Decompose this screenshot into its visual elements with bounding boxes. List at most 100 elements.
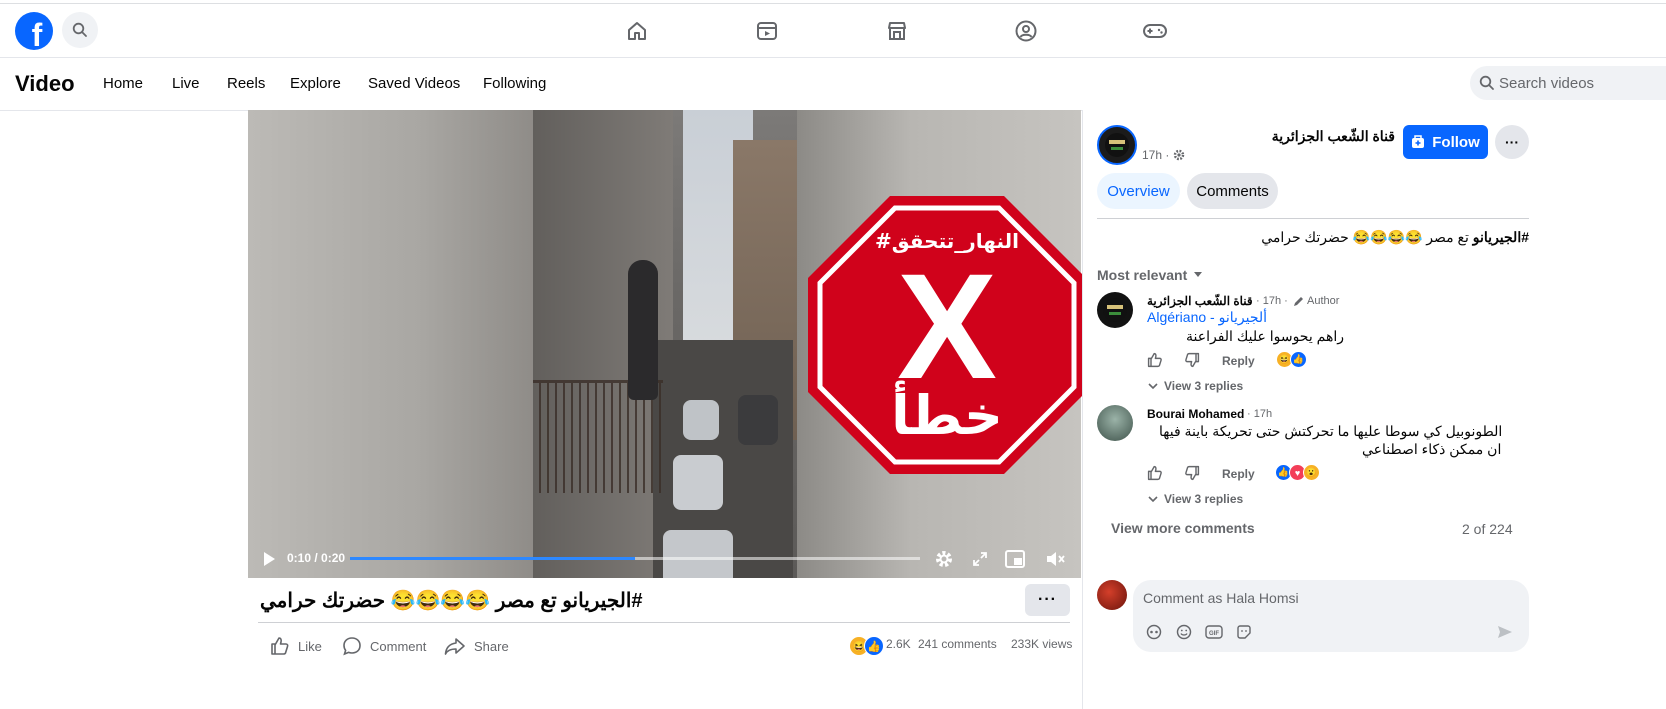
comment-reactions[interactable]: 👍 ♥ 😮 [1275,464,1320,481]
comment-input[interactable]: Comment as Hala Homsi GIF [1133,580,1529,652]
like-reaction-icon: 👍 [864,636,884,656]
tab-saved-videos[interactable]: Saved Videos [368,75,460,92]
marketplace-icon[interactable] [884,18,910,44]
mute-button[interactable] [1044,549,1066,569]
comments-pagination-count: 2 of 224 [1462,521,1513,537]
follow-button[interactable]: Follow [1403,125,1488,159]
video-blur-left [248,110,533,578]
caption-hashtag[interactable]: #الجيريانو [1473,229,1529,245]
author-badge: Author [1293,295,1339,307]
overlay-wrong-label: خطأ [891,380,1003,447]
fullscreen-button[interactable] [969,549,991,569]
reply-button[interactable]: Reply [1222,354,1255,368]
section-title: Video [15,71,75,96]
tagged-page-link[interactable]: Algériano - ألجيريانو [1147,309,1267,326]
divider [258,622,1070,623]
home-icon[interactable] [624,18,650,44]
like-comment-button[interactable] [1146,351,1164,369]
comment-author[interactable]: قناة الشّعب الجزائرية [1147,294,1253,308]
view-replies-label: View 3 replies [1164,379,1244,393]
post-time: 17h · [1142,148,1185,162]
post-time-text: 17h · [1142,148,1170,162]
comment-text-line-2: ان ممكن ذكاء اصطناعي [1362,441,1502,457]
like-button[interactable]: Like [270,636,322,656]
video-search-input[interactable]: Search videos [1470,66,1666,100]
emoji-icon[interactable] [1175,623,1193,641]
comment-reactions[interactable]: 😆 👍 [1276,351,1307,368]
facebook-logo[interactable]: f [15,12,53,50]
comments-count[interactable]: 241 comments [918,637,997,651]
views-count: 233K views [1011,637,1073,651]
like-comment-button[interactable] [1146,464,1164,482]
share-icon [444,638,465,655]
page-name[interactable]: قناة الشّعب الجزائرية [1150,128,1395,145]
play-icon [264,552,275,566]
like-label: Like [298,638,322,654]
comment-button[interactable]: Comment [342,636,426,656]
comment-label: Comment [370,638,427,654]
commenter-avatar[interactable] [1097,405,1133,441]
fact-check-stop-sign: #النهار_تتحقق X خطأ [808,196,1086,474]
gif-icon[interactable]: GIF [1205,623,1223,641]
thumbs-up-icon [1147,352,1162,368]
view-replies-label: View 3 replies [1164,492,1244,506]
pip-button[interactable] [1004,549,1026,569]
tab-live[interactable]: Live [172,75,200,92]
chevron-down-icon [1148,382,1158,389]
post-more-button[interactable]: ··· [1025,584,1070,616]
commenter-avatar[interactable] [1097,292,1133,328]
panel-more-button[interactable]: ··· [1495,125,1529,159]
play-button[interactable] [258,549,280,569]
privacy-gear-icon [1174,149,1185,161]
thumbs-up-icon [1147,465,1162,481]
share-button[interactable]: Share [444,636,509,656]
expand-icon [973,552,987,566]
chevron-down-icon [1148,495,1158,502]
thumbs-up-icon [271,637,289,655]
thumbs-down-icon [1185,465,1200,481]
search-icon [72,22,87,37]
muted-speaker-icon [1047,552,1065,566]
tab-explore[interactable]: Explore [290,75,341,92]
reply-button[interactable]: Reply [1222,467,1255,481]
progress-bar[interactable] [350,557,920,560]
video-icon[interactable] [754,18,780,44]
view-replies-button[interactable]: View 3 replies [1148,379,1243,393]
sticker-icon[interactable] [1235,623,1253,641]
groups-icon[interactable] [1013,18,1039,44]
tab-following[interactable]: Following [483,75,546,92]
chevron-down-icon [1194,272,1203,277]
send-icon[interactable] [1496,623,1514,641]
view-more-comments-button[interactable]: View more comments [1111,520,1255,536]
tab-overview[interactable]: Overview [1097,173,1180,209]
comment-input-placeholder: Comment as Hala Homsi [1143,590,1299,606]
search-icon [1479,75,1494,90]
comment-text-line-1: الطونوبيل كي سوطا عليها ما تحركتش حتى تح… [1159,423,1503,439]
reaction-count[interactable]: 2.6K [886,637,911,651]
video-frame [533,110,797,578]
page-logo-icon [1103,298,1127,322]
follow-label: Follow [1432,133,1480,151]
post-caption: #الجيريانو تع مصر 😂😂😂😂 حضرتك حرامي [1097,229,1529,246]
gear-icon [936,551,952,567]
tab-reels[interactable]: Reels [227,75,265,92]
current-user-avatar[interactable] [1097,580,1127,610]
view-replies-button[interactable]: View 3 replies [1148,492,1243,506]
gaming-icon[interactable] [1142,18,1168,44]
dislike-comment-button[interactable] [1183,351,1201,369]
search-placeholder: Search videos [1499,75,1595,92]
sort-dropdown[interactable]: Most relevant [1097,267,1203,283]
tab-comments[interactable]: Comments [1187,173,1278,209]
video-title: #الجيريانو تع مصر 😂😂😂😂 حضرتك حرامي [260,590,643,612]
video-subnav: Video Home Live Reels Explore Saved Vide… [0,58,1666,111]
settings-button[interactable] [933,549,955,569]
follow-icon [1412,135,1425,148]
tab-home[interactable]: Home [103,75,143,92]
comment-text: راهم يحوسوا عليك الفراعنة [1186,328,1344,344]
search-button[interactable] [62,12,98,48]
comment-author[interactable]: Bourai Mohamed [1147,407,1244,421]
page-avatar[interactable] [1097,125,1137,165]
dislike-comment-button[interactable] [1183,464,1201,482]
reaction-icons[interactable]: 😆 👍 [849,636,884,656]
avatar-sticker-icon[interactable] [1145,623,1163,641]
